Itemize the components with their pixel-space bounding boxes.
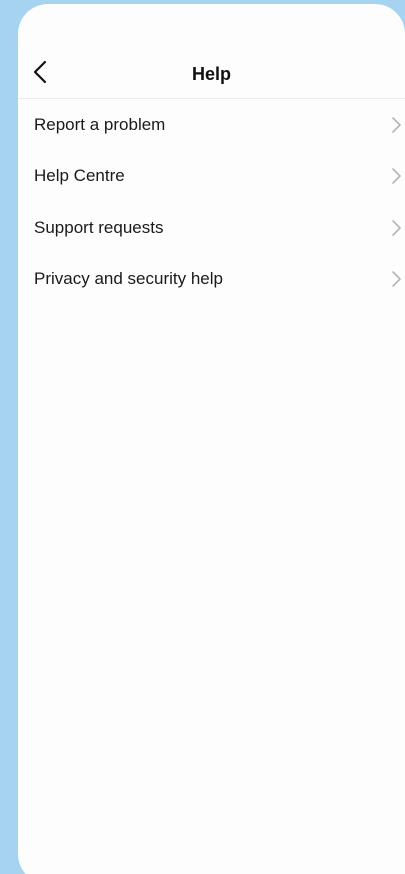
chevron-right-icon	[392, 116, 401, 133]
page-title: Help	[191, 64, 231, 84]
chevron-right-icon	[392, 219, 401, 236]
menu-item-label: Help Centre	[34, 166, 125, 186]
menu-item-label: Support requests	[34, 217, 164, 237]
menu-item-help-centre[interactable]: Help Centre	[18, 151, 405, 203]
menu-item-privacy-and-security-help[interactable]: Privacy and security help	[18, 254, 405, 306]
menu-item-support-requests[interactable]: Support requests	[18, 202, 405, 254]
chevron-right-icon	[392, 271, 401, 288]
help-menu-list: Report a problem Help Centre Support req…	[18, 99, 405, 305]
menu-item-report-a-problem[interactable]: Report a problem	[18, 99, 405, 151]
help-screen: Help Report a problem Help Centre Suppor…	[18, 4, 405, 874]
menu-item-label: Privacy and security help	[34, 269, 223, 289]
menu-item-label: Report a problem	[34, 114, 166, 134]
chevron-right-icon	[392, 168, 401, 185]
header: Help	[18, 4, 405, 99]
